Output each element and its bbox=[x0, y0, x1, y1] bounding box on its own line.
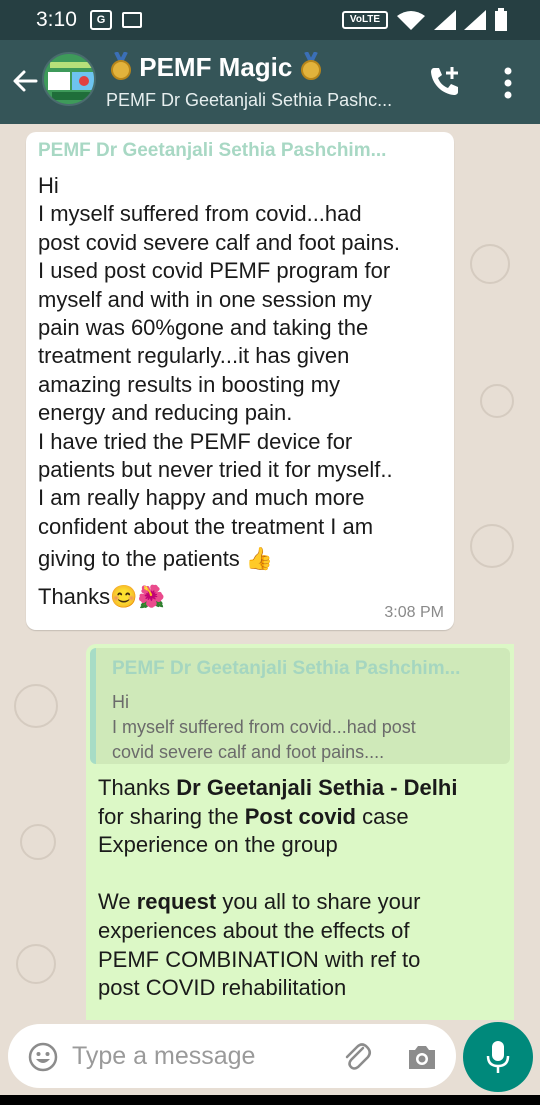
chat-subtitle[interactable]: PEMF Dr Geetanjali Sethia Pashc... bbox=[106, 90, 392, 111]
status-bar: 3:10 G VoLTE bbox=[0, 0, 540, 40]
message-placeholder[interactable]: Type a message bbox=[72, 1042, 255, 1071]
quoted-text: Hi I myself suffered from covid...had po… bbox=[112, 690, 492, 765]
quoted-line: covid severe calf and foot pains.... bbox=[112, 742, 385, 762]
message-line: myself and with in one session my bbox=[38, 286, 372, 312]
quoted-line: I myself suffered from covid...had post bbox=[112, 717, 416, 737]
mic-icon bbox=[486, 1041, 510, 1073]
translate-icon: G bbox=[90, 10, 112, 30]
mic-button[interactable] bbox=[463, 1022, 533, 1092]
message-line: We request you all to share your bbox=[98, 888, 508, 917]
camera-icon[interactable] bbox=[406, 1042, 438, 1072]
wallpaper-doodle bbox=[470, 524, 514, 568]
chat-header: PEMF Magic PEMF Dr Geetanjali Sethia Pas… bbox=[0, 40, 540, 124]
attach-icon[interactable] bbox=[340, 1040, 374, 1074]
medal-icon bbox=[300, 52, 321, 80]
message-text: Hi I myself suffered from covid...had po… bbox=[38, 172, 448, 617]
message-line: post covid severe calf and foot pains. bbox=[38, 229, 400, 255]
message-line: I am really happy and much more bbox=[38, 485, 365, 511]
incoming-message[interactable]: PEMF Dr Geetanjali Sethia Pashchim... Hi… bbox=[26, 132, 454, 630]
message-time: 3:08 PM bbox=[384, 604, 444, 621]
message-line: Thanks Dr Geetanjali Sethia - Delhi bbox=[98, 774, 508, 803]
message-line: energy and reducing pain. bbox=[38, 400, 293, 426]
text-span: you all to share your bbox=[216, 889, 421, 915]
wallpaper-doodle bbox=[480, 384, 514, 418]
message-input[interactable]: Type a message bbox=[8, 1024, 456, 1088]
message-line: treatment regularly...it has given bbox=[38, 343, 350, 369]
emoji-icon[interactable] bbox=[28, 1042, 58, 1072]
call-add-icon[interactable] bbox=[428, 64, 462, 98]
chat-area[interactable]: PEMF Dr Geetanjali Sethia Pashchim... Hi… bbox=[0, 124, 540, 1020]
text-span: We bbox=[98, 889, 137, 915]
message-line: pain was 60%gone and taking the bbox=[38, 315, 369, 341]
quoted-sender: PEMF Dr Geetanjali Sethia Pashchim... bbox=[112, 658, 461, 679]
wallpaper-doodle bbox=[14, 684, 58, 728]
message-line: patients but never tried it for myself.. bbox=[38, 457, 393, 483]
composer-bar: Type a message bbox=[0, 1020, 540, 1095]
message-line: for sharing the Post covid case bbox=[98, 803, 508, 832]
bold-text: request bbox=[136, 889, 217, 915]
signal-2-icon bbox=[464, 10, 486, 30]
message-line: PEMF COMBINATION with ref to bbox=[98, 946, 421, 972]
message-line: post COVID rehabilitation bbox=[98, 975, 347, 1001]
bold-text: Post covid bbox=[244, 803, 356, 829]
wallpaper-doodle bbox=[20, 824, 56, 860]
message-line: amazing results in boosting my bbox=[38, 371, 341, 397]
text-span: for sharing the bbox=[98, 803, 245, 829]
message-text: Thanks Dr Geetanjali Sethia - Delhi for … bbox=[98, 774, 508, 1003]
back-arrow-icon[interactable] bbox=[10, 66, 40, 96]
chat-title[interactable]: PEMF Magic bbox=[110, 52, 322, 83]
group-avatar[interactable] bbox=[42, 52, 96, 106]
text-span: case bbox=[356, 803, 409, 829]
system-nav-bar bbox=[0, 1095, 540, 1105]
wifi-icon bbox=[397, 11, 425, 30]
keyboard-icon bbox=[122, 12, 142, 28]
wallpaper-doodle bbox=[16, 944, 56, 984]
message-line: experiences about the effects of bbox=[98, 917, 410, 943]
message-line: confident about the treatment I am bbox=[38, 513, 374, 539]
message-line: giving to the patients 👍 bbox=[38, 546, 274, 572]
outgoing-message[interactable]: PEMF Dr Geetanjali Sethia Pashchim... Hi… bbox=[86, 644, 514, 1020]
text-span: Thanks bbox=[98, 775, 177, 800]
wallpaper-doodle bbox=[470, 244, 510, 284]
signal-icon bbox=[434, 10, 456, 30]
message-line: Hi bbox=[38, 173, 59, 198]
quoted-line: Hi bbox=[112, 692, 129, 712]
volte-badge: VoLTE bbox=[342, 11, 388, 29]
status-time: 3:10 bbox=[36, 8, 77, 31]
more-vert-icon[interactable] bbox=[496, 66, 520, 100]
medal-icon bbox=[111, 52, 131, 80]
quoted-message[interactable]: PEMF Dr Geetanjali Sethia Pashchim... Hi… bbox=[90, 648, 510, 764]
bold-text: Dr Geetanjali Sethia - Delhi bbox=[176, 775, 458, 800]
message-line: I myself suffered from covid...had bbox=[38, 201, 362, 227]
message-line: I have tried the PEMF device for bbox=[38, 428, 353, 454]
battery-icon bbox=[495, 8, 507, 31]
message-line: Experience on the group bbox=[98, 832, 338, 858]
message-sender[interactable]: PEMF Dr Geetanjali Sethia Pashchim... bbox=[38, 140, 386, 162]
chat-title-text: PEMF Magic bbox=[139, 52, 293, 82]
message-line: I used post covid PEMF program for bbox=[38, 258, 391, 284]
